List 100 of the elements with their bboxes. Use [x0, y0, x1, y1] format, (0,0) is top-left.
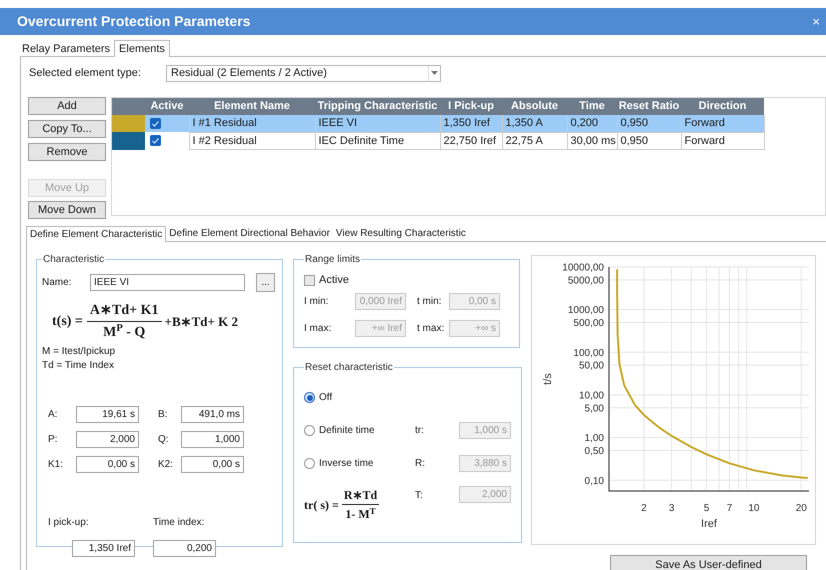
field-label: tr:: [415, 424, 425, 438]
close-button[interactable]: ×: [812, 15, 820, 28]
save-button[interactable]: Save As User-defined: [610, 555, 807, 570]
text-field[interactable]: 0,00 s: [76, 456, 139, 473]
text-field[interactable]: 0,00 s: [181, 456, 244, 473]
tick-label: 0,50: [584, 446, 604, 457]
column-header: Absolute: [502, 98, 567, 115]
field-label: R:: [415, 457, 426, 471]
tick-label: 1,00: [584, 433, 604, 444]
tick-label: 100,00: [573, 348, 604, 359]
checkbox[interactable]: [150, 135, 161, 146]
checkbox[interactable]: [150, 118, 161, 129]
option-label[interactable]: Definite time: [319, 423, 375, 438]
formula-text: +B∗Td+ K 2: [164, 312, 238, 331]
column-header: Reset Ratio: [617, 98, 681, 115]
axis-title: Iref: [701, 518, 717, 530]
button[interactable]: Remove: [28, 143, 106, 161]
table-cell: 22,750 Iref: [440, 132, 502, 150]
column-header: Tripping Characteristic: [315, 98, 440, 115]
table-row[interactable]: I #1 Residual IEEE VI 1,350 Iref 1,350 A 0,200 0,950 Forward: [112, 115, 764, 132]
column-header: I Pick-up: [440, 98, 502, 115]
field-label: A:: [48, 408, 58, 422]
tick-label: 2: [641, 503, 647, 514]
field-label: t min:: [417, 295, 442, 309]
group-title: Reset characteristic: [304, 361, 394, 375]
field-label: I max:: [304, 322, 332, 336]
text-field[interactable]: 19,61 s: [76, 406, 139, 423]
field-label: B:: [158, 408, 168, 422]
field-label: T:: [415, 489, 424, 503]
button[interactable]: Add: [28, 97, 106, 115]
name-field[interactable]: IEEE VI: [90, 274, 245, 291]
option-label[interactable]: Inverse time: [319, 456, 374, 471]
formula-text: R∗Td: [342, 487, 378, 504]
tick-label: 7: [726, 503, 732, 514]
column-header: Element Name: [189, 98, 315, 115]
table-row[interactable]: I #2 Residual IEC Definite Time 22,750 Iref 22,75 A 30,00 ms 0,950 Forward: [112, 132, 764, 150]
text-field[interactable]: 2,000: [76, 431, 139, 448]
table-cell: 0,200: [567, 115, 617, 132]
option-label[interactable]: Off: [319, 390, 332, 405]
field-label: P:: [48, 433, 58, 447]
tick-label: 10000,00: [562, 262, 604, 274]
field-label: K2:: [158, 458, 174, 472]
formula-legend: Td = Time Index: [42, 359, 277, 373]
table-cell: 0,950: [617, 115, 681, 132]
tick-label: 50,00: [578, 360, 604, 372]
tick-label: 5000,00: [568, 275, 604, 286]
formula-text: A∗Td+ K1: [88, 302, 160, 320]
field-label: Q:: [158, 433, 170, 447]
radio-button[interactable]: [304, 458, 315, 469]
tab[interactable]: Relay Parameters: [18, 41, 114, 56]
checkbox-label[interactable]: Active: [319, 272, 349, 288]
field-label: Name:: [42, 276, 72, 290]
button[interactable]: Move Down: [28, 201, 106, 219]
window-title: Overcurrent Protection Parameters: [17, 12, 250, 31]
radio-button[interactable]: [304, 392, 315, 403]
tab[interactable]: Define Element Directional Behavior: [166, 226, 333, 241]
browse-button[interactable]: ...: [256, 273, 275, 292]
table-cell: 30,00 ms: [567, 132, 617, 150]
text-field[interactable]: 1,000: [181, 431, 244, 448]
formula-legend: M = Itest/Ipickup: [42, 345, 277, 359]
tab[interactable]: View Resulting Characteristic: [332, 226, 469, 241]
header-cell: [112, 98, 145, 115]
field-label: I min:: [304, 295, 330, 309]
tick-label: 10,00: [578, 390, 604, 402]
tick-label: 3: [668, 503, 674, 514]
button[interactable]: Copy To...: [28, 120, 106, 138]
formula-text: t(s) =: [52, 313, 83, 331]
checkbox[interactable]: [304, 274, 315, 286]
dropdown-arrow-icon: [428, 66, 440, 80]
column-header: Direction: [681, 98, 764, 115]
tick-label: 0,10: [584, 476, 604, 487]
field-label: K1:: [48, 458, 64, 472]
element-type-dropdown[interactable]: Residual (2 Elements / 2 Active): [166, 64, 441, 82]
tick-label: 20: [796, 503, 807, 514]
tick-label: 5,00: [584, 403, 604, 414]
tab[interactable]: Define Element Characteristic: [26, 226, 166, 242]
tick-label: 5: [704, 503, 710, 514]
text-field[interactable]: 0,200: [153, 540, 216, 557]
table-cell: 1,350 A: [502, 115, 567, 132]
tick-label: 500,00: [573, 318, 604, 329]
field-label: Selected element type:: [29, 66, 142, 81]
table-cell: IEEE VI: [315, 115, 440, 132]
axis-title: t/s: [542, 373, 554, 385]
table-cell: 22,75 A: [502, 132, 567, 150]
column-header: Active: [145, 98, 189, 115]
table-cell: Forward: [681, 132, 764, 150]
radio-button[interactable]: [304, 425, 315, 436]
text-field[interactable]: 491,0 ms: [181, 406, 244, 423]
formula-text: tr( s) =: [304, 496, 339, 514]
field-label: Time index:: [153, 516, 206, 530]
table-cell: IEC Definite Time: [315, 132, 440, 150]
tab[interactable]: Elements: [114, 40, 170, 57]
text-field[interactable]: 1,350 Iref: [72, 540, 135, 557]
formula-text: M$^{P}$ - Q: [86, 321, 162, 343]
tick-label: 10: [748, 503, 760, 514]
table-cell: I #2 Residual: [189, 132, 315, 150]
field-label: I pick-up:: [48, 516, 90, 530]
tick-label: 1000,00: [568, 305, 604, 316]
table-cell: I #1 Residual: [189, 115, 315, 132]
group-title: Characteristic: [42, 253, 106, 267]
